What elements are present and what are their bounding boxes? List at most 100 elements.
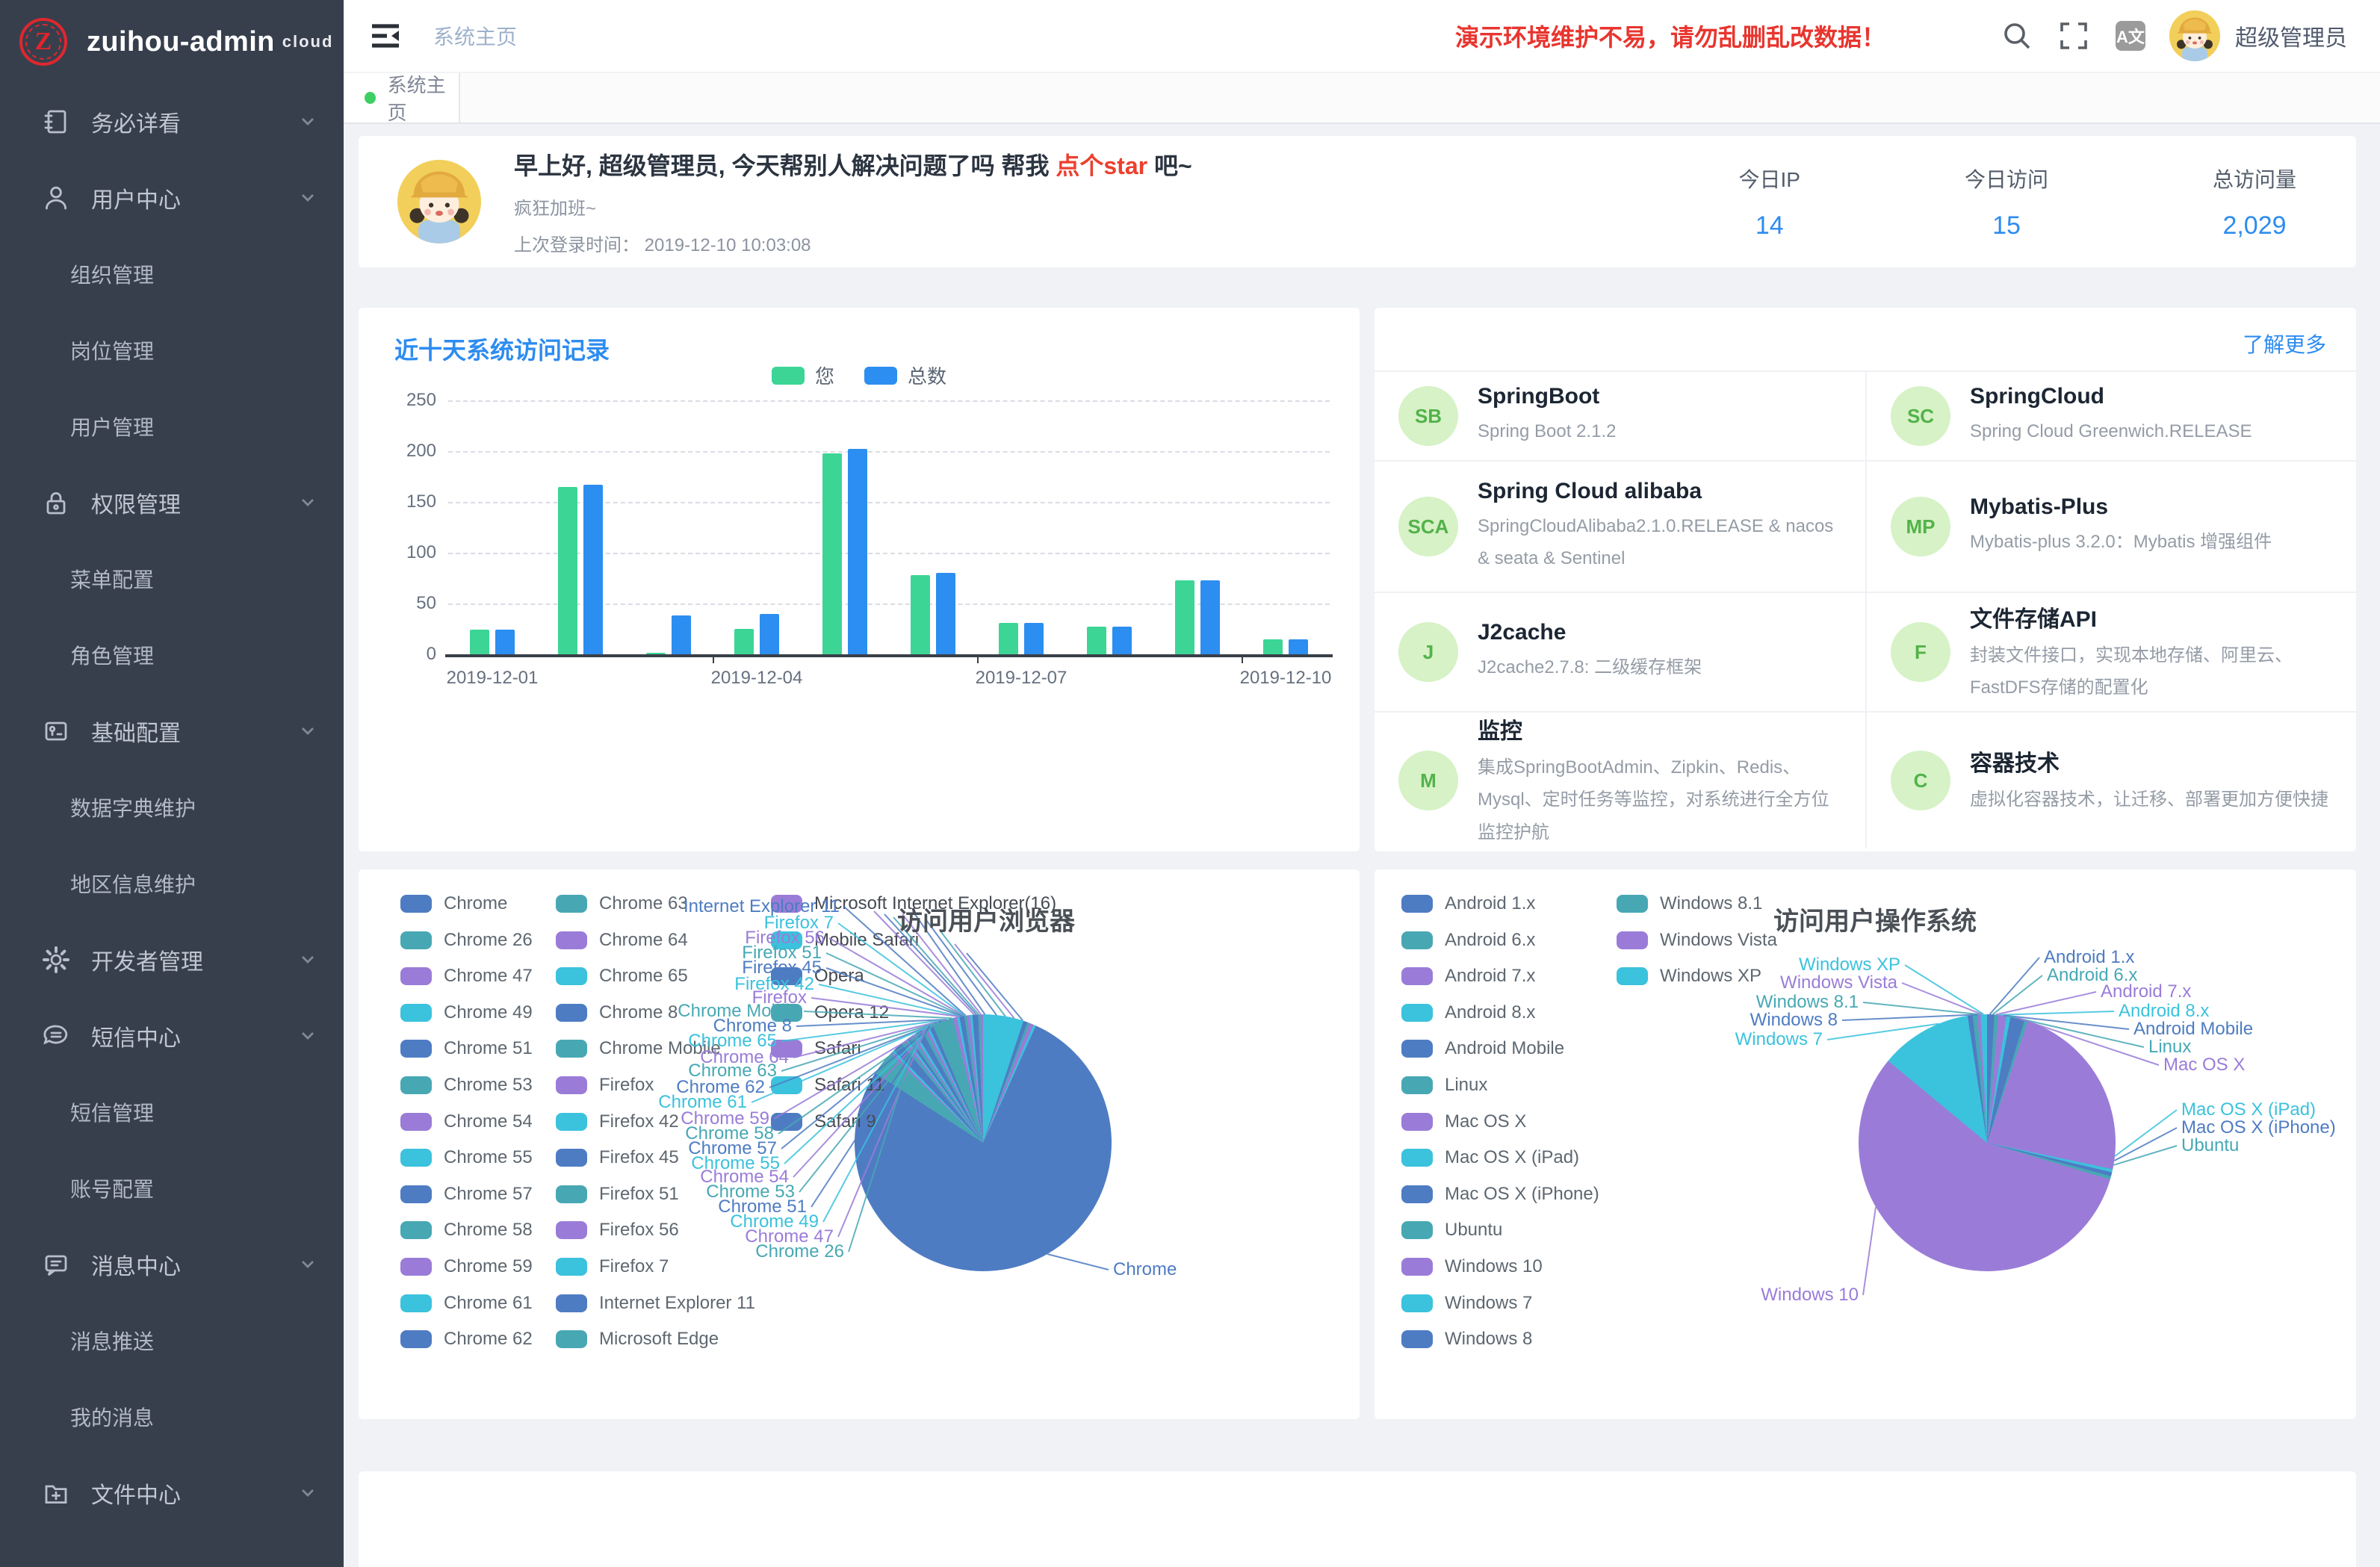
gridline (448, 502, 1330, 503)
legend-item[interactable]: Chrome 63 (556, 893, 688, 914)
sidebar-subitem[interactable]: 菜单配置 (0, 541, 344, 617)
fullscreen-icon[interactable] (2059, 21, 2089, 51)
legend-item[interactable]: Microsoft Edge (556, 1329, 719, 1350)
legend-item[interactable]: Chrome 61 (400, 1293, 533, 1314)
sidebar-subitem[interactable]: 组织管理 (0, 236, 344, 312)
tech-card-item: SB SpringBoot Spring Boot 2.1.2 (1375, 370, 1865, 460)
pie (1859, 1014, 2116, 1271)
legend-item[interactable]: Windows 8.1 (1617, 893, 1762, 914)
notebook-icon (42, 108, 70, 136)
tab-home[interactable]: 系统主页 (344, 73, 460, 122)
legend-item[interactable]: Android 6.x (1401, 930, 1535, 951)
sidebar-item-folder[interactable]: 文件中心 (0, 1455, 344, 1531)
sidebar-subitem[interactable]: 短信管理 (0, 1074, 344, 1150)
star-link[interactable]: 点个star (1056, 152, 1147, 179)
legend-item[interactable]: Chrome 47 (400, 966, 533, 987)
legend-item[interactable]: Chrome 53 (400, 1075, 533, 1096)
sidebar-subitem[interactable]: 我的消息 (0, 1379, 344, 1455)
legend-item[interactable]: Chrome 54 (400, 1111, 533, 1132)
bar (1200, 580, 1220, 654)
pie-callout-label: Android 7.x (2101, 981, 2191, 1002)
legend-item[interactable]: Chrome 65 (556, 966, 688, 987)
legend-item[interactable]: Chrome 58 (400, 1220, 533, 1241)
browser-pie-card: 访问用户浏览器 ChromeChrome 26Chrome 47Chrome 4… (359, 869, 1360, 1419)
legend-item[interactable]: Chrome 49 (400, 1002, 533, 1023)
breadcrumb[interactable]: 系统主页 (433, 21, 517, 51)
legend-item-总数[interactable]: 总数 (864, 362, 946, 389)
bar (672, 615, 691, 654)
legend-item[interactable]: Firefox 7 (556, 1256, 669, 1277)
legend-item[interactable]: Windows XP (1617, 966, 1761, 987)
legend-item[interactable]: Windows 7 (1401, 1293, 1532, 1314)
legend-label: Android 7.x (1445, 966, 1535, 987)
legend-item[interactable]: Android 1.x (1401, 893, 1535, 914)
sidebar-subitem[interactable]: 消息推送 (0, 1303, 344, 1379)
legend-item[interactable]: Chrome 51 (400, 1038, 533, 1059)
sidebar-item-chat[interactable]: 短信中心 (0, 998, 344, 1074)
sidebar-item-user[interactable]: 用户中心 (0, 160, 344, 236)
legend-item[interactable]: Firefox 42 (556, 1111, 679, 1132)
legend-label: Android 1.x (1445, 893, 1535, 914)
legend-item[interactable]: Android 7.x (1401, 966, 1535, 987)
translate-icon[interactable]: A文 (2116, 21, 2145, 51)
collapse-menu-icon[interactable] (371, 22, 400, 49)
legend-item[interactable]: Chrome (400, 893, 507, 914)
sidebar-item-lock[interactable]: 权限管理 (0, 465, 344, 541)
x-axis-tick (713, 654, 714, 663)
sidebar-item-message[interactable]: 消息中心 (0, 1226, 344, 1303)
legend-item[interactable]: Internet Explorer 11 (556, 1293, 755, 1314)
legend-item[interactable]: Mac OS X (1401, 1111, 1526, 1132)
legend-item[interactable]: Mac OS X (iPhone) (1401, 1184, 1599, 1205)
legend-item[interactable]: Chrome 57 (400, 1184, 533, 1205)
legend-item[interactable]: Chrome 8 (556, 1002, 678, 1023)
legend-label: Ubuntu (1445, 1220, 1502, 1241)
sidebar-subitem[interactable]: 角色管理 (0, 617, 344, 693)
sidebar-item-notebook[interactable]: 务必详看 (0, 84, 344, 160)
legend-item[interactable]: Mac OS X (iPad) (1401, 1147, 1579, 1168)
sidebar-subitem[interactable]: 地区信息维护 (0, 845, 344, 922)
sidebar-subitem[interactable]: 岗位管理 (0, 312, 344, 388)
legend-label: Windows 10 (1445, 1256, 1543, 1277)
sidebar-item-gear[interactable]: 开发者管理 (0, 922, 344, 998)
legend-item[interactable]: Windows 10 (1401, 1256, 1543, 1277)
legend-label: Chrome 62 (444, 1329, 533, 1350)
legend-item[interactable]: Firefox 56 (556, 1220, 679, 1241)
legend-item[interactable]: Firefox 45 (556, 1147, 679, 1168)
search-icon[interactable] (2002, 21, 2032, 51)
sidebar-item-label: 用户中心 (91, 181, 299, 214)
legend-item[interactable]: Android 8.x (1401, 1002, 1535, 1023)
legend-item[interactable]: Firefox (556, 1075, 654, 1096)
legend-swatch (556, 1113, 587, 1131)
legend-item[interactable]: Windows 8 (1401, 1329, 1532, 1350)
legend-item[interactable]: Chrome 62 (400, 1329, 533, 1350)
legend-item[interactable]: Chrome 26 (400, 930, 533, 951)
legend-item[interactable]: Firefox 51 (556, 1184, 679, 1205)
legend-item[interactable]: Android Mobile (1401, 1038, 1564, 1059)
legend-swatch (1617, 895, 1648, 913)
user-avatar[interactable] (2169, 10, 2220, 61)
legend-item[interactable]: Safari 9 (771, 1111, 876, 1132)
legend-swatch (1401, 931, 1433, 949)
chevron-down-icon (299, 1256, 317, 1273)
legend-item[interactable]: Ubuntu (1401, 1220, 1502, 1241)
legend-item[interactable]: Windows Vista (1617, 930, 1777, 951)
legend-item[interactable]: Chrome 55 (400, 1147, 533, 1168)
legend-item[interactable]: Safari 11 (771, 1075, 884, 1096)
legend-label: Safari 9 (814, 1111, 876, 1132)
x-axis-tick (1242, 654, 1243, 663)
sidebar-item-id-card[interactable]: 基础配置 (0, 693, 344, 769)
legend-label: Chrome 54 (444, 1111, 533, 1132)
legend-item[interactable]: Linux (1401, 1075, 1487, 1096)
logo[interactable]: Z zuihou-admin cloud (0, 0, 344, 84)
learn-more-link[interactable]: 了解更多 (2243, 329, 2326, 359)
legend-item-您[interactable]: 您 (772, 362, 834, 389)
sidebar-subitem[interactable]: 账号配置 (0, 1150, 344, 1226)
legend-label: Android 6.x (1445, 930, 1535, 951)
bar (1024, 623, 1044, 654)
legend-item[interactable]: Chrome 59 (400, 1256, 533, 1277)
legend-item[interactable]: Chrome 64 (556, 930, 688, 951)
sidebar-subitem[interactable]: 用户管理 (0, 388, 344, 465)
username[interactable]: 超级管理员 (2235, 19, 2347, 52)
stat-label: 今日访问 (1965, 164, 2048, 193)
sidebar-subitem[interactable]: 数据字典维护 (0, 769, 344, 845)
